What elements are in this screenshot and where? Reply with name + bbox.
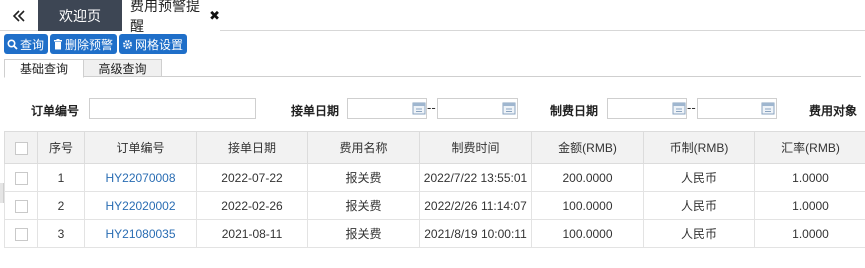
tab-basic-query[interactable]: 基础查询 — [4, 59, 84, 78]
calendar-icon[interactable] — [761, 101, 775, 115]
table-row[interactable]: 2 HY22020002 2022-02-26 报关费 2022/2/26 11… — [4, 191, 865, 220]
fee-time-cell: 2022/2/26 11:14:07 — [419, 191, 532, 220]
amount-cell: 200.0000 — [531, 163, 644, 192]
receive-date-label: 接单日期 — [291, 104, 340, 118]
top-tab-bar: 欢迎页 费用预警提醒 ✖ — [0, 0, 865, 34]
collapse-menu-button[interactable] — [0, 0, 38, 31]
row-checkbox[interactable] — [14, 171, 28, 185]
fee-name-cell: 报关费 — [307, 219, 420, 248]
column-header: 金额(RMB) — [531, 131, 644, 164]
column-header: 订单编号 — [84, 131, 197, 164]
grid-settings-button-label: 网格设置 — [135, 37, 184, 52]
toolbar: 查询 删除预警 网格设置 — [4, 34, 188, 54]
fee-date-range-separator: -- — [687, 100, 696, 115]
fee-date-label: 制费日期 — [550, 104, 599, 118]
trash-icon — [53, 38, 63, 50]
order-no-link[interactable]: HY22020002 — [84, 191, 197, 220]
column-header: 费用名称 — [307, 131, 420, 164]
close-icon[interactable]: ✖ — [209, 8, 220, 24]
select-all-checkbox[interactable] — [14, 141, 28, 155]
tab-advanced-query[interactable]: 高级查询 — [84, 59, 162, 77]
order-no-input[interactable] — [89, 98, 256, 119]
column-header: 制费时间 — [419, 131, 532, 164]
order-no-link[interactable]: HY22070008 — [84, 163, 197, 192]
receive-date-cell: 2022-07-22 — [196, 163, 308, 192]
calendar-icon[interactable] — [502, 101, 516, 115]
grid-settings-button[interactable]: 网格设置 — [119, 34, 188, 54]
fee-warning-table: 序号 订单编号 接单日期 费用名称 制费时间 金额(RMB) 币制(RMB) 汇… — [4, 131, 865, 248]
receive-date-range-separator: -- — [427, 100, 436, 115]
column-header: 汇率(RMB) — [754, 131, 865, 164]
seq-cell: 2 — [37, 191, 85, 220]
gear-icon — [122, 39, 133, 50]
amount-cell: 100.0000 — [531, 219, 644, 248]
tab-fee-warning-label: 费用预警提醒 — [130, 0, 200, 34]
rate-cell: 1.0000 — [754, 191, 865, 220]
row-select-cell — [4, 163, 38, 192]
delete-warning-button[interactable]: 删除预警 — [50, 34, 118, 54]
row-checkbox[interactable] — [14, 227, 28, 241]
fee-time-cell: 2022/7/22 13:55:01 — [419, 163, 532, 192]
fee-name-cell: 报关费 — [307, 163, 420, 192]
order-no-label: 订单编号 — [31, 104, 80, 118]
select-all-header — [4, 131, 38, 164]
double-chevron-left-icon — [12, 9, 25, 22]
calendar-icon[interactable] — [412, 101, 426, 115]
order-no-link[interactable]: HY21080035 — [84, 219, 197, 248]
fee-time-cell: 2021/8/19 10:00:11 — [419, 219, 532, 248]
query-button[interactable]: 查询 — [4, 34, 49, 54]
tab-welcome[interactable]: 欢迎页 — [38, 0, 122, 31]
column-header: 币制(RMB) — [643, 131, 755, 164]
column-header: 接单日期 — [196, 131, 308, 164]
receive-date-cell: 2021-08-11 — [196, 219, 308, 248]
calendar-icon[interactable] — [672, 101, 686, 115]
row-select-cell — [4, 191, 38, 220]
table-header-row: 序号 订单编号 接单日期 费用名称 制费时间 金额(RMB) 币制(RMB) 汇… — [4, 131, 865, 164]
row-checkbox[interactable] — [14, 199, 28, 213]
query-button-label: 查询 — [20, 37, 45, 52]
row-select-cell — [4, 219, 38, 248]
tab-fee-warning[interactable]: 费用预警提醒 ✖ — [122, 0, 220, 34]
rate-cell: 1.0000 — [754, 163, 865, 192]
table-row[interactable]: 1 HY22070008 2022-07-22 报关费 2022/7/22 13… — [4, 163, 865, 192]
query-mode-tabs: 基础查询 高级查询 — [4, 59, 861, 78]
seq-cell: 3 — [37, 219, 85, 248]
receive-date-cell: 2022-02-26 — [196, 191, 308, 220]
currency-cell: 人民币 — [643, 163, 755, 192]
table-row[interactable]: 3 HY21080035 2021-08-11 报关费 2021/8/19 10… — [4, 219, 865, 248]
column-header: 序号 — [37, 131, 85, 164]
currency-cell: 人民币 — [643, 219, 755, 248]
delete-warning-button-label: 删除预警 — [65, 37, 114, 52]
fee-object-label: 费用对象 — [809, 104, 858, 118]
amount-cell: 100.0000 — [531, 191, 644, 220]
currency-cell: 人民币 — [643, 191, 755, 220]
fee-name-cell: 报关费 — [307, 191, 420, 220]
search-icon — [7, 38, 18, 50]
rate-cell: 1.0000 — [754, 219, 865, 248]
seq-cell: 1 — [37, 163, 85, 192]
